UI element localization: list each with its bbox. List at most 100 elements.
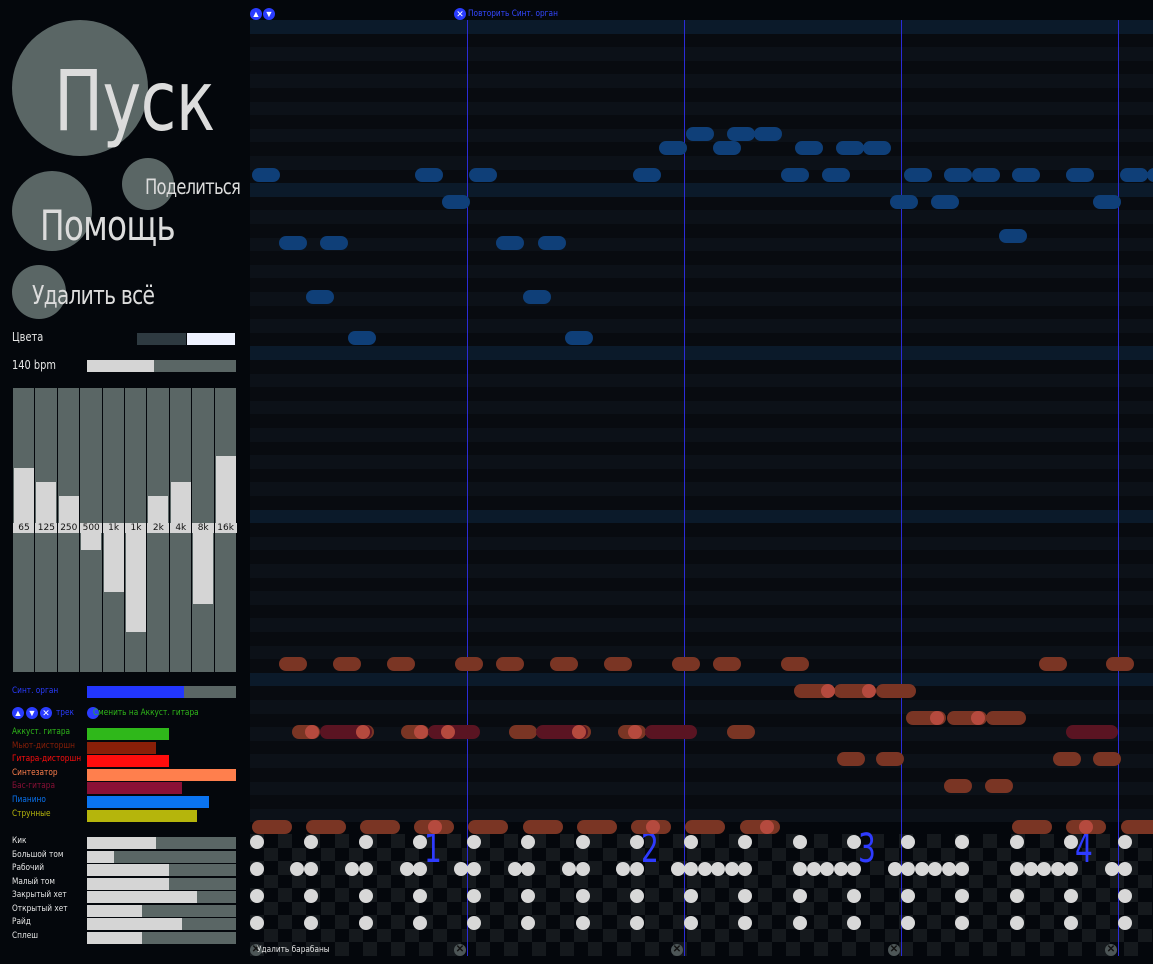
delete-measure-icon[interactable]: ✕ xyxy=(888,944,900,956)
instrument-label[interactable]: Синтезатор xyxy=(12,768,58,778)
eq-band[interactable]: 2k xyxy=(146,388,170,672)
drum-hit[interactable] xyxy=(847,835,861,849)
sequencer-note[interactable] xyxy=(836,141,864,155)
drum-hit[interactable] xyxy=(847,916,861,930)
sequencer-note[interactable] xyxy=(550,657,578,671)
drum-hit[interactable] xyxy=(1118,862,1132,876)
drum-hit[interactable] xyxy=(359,862,373,876)
drum-hit[interactable] xyxy=(467,916,481,930)
sequencer-note[interactable] xyxy=(320,236,348,250)
drum-hit[interactable] xyxy=(562,862,576,876)
sequencer-note[interactable] xyxy=(252,168,280,182)
drum-hit[interactable] xyxy=(1064,916,1078,930)
drum-hit[interactable] xyxy=(847,889,861,903)
instrument-label[interactable]: Струнные xyxy=(12,809,51,819)
drum-hit[interactable] xyxy=(725,862,739,876)
drum-hit[interactable] xyxy=(955,862,969,876)
sequencer-note[interactable] xyxy=(387,657,415,671)
eq-band[interactable]: 4k xyxy=(168,388,192,672)
sequencer-note[interactable] xyxy=(672,657,700,671)
drum-hit[interactable] xyxy=(616,862,630,876)
drum-hit[interactable] xyxy=(711,862,725,876)
drum-hit[interactable] xyxy=(250,916,264,930)
sequencer-note[interactable] xyxy=(686,127,714,141)
repeat-track-button[interactable]: Повторить Синт. орган xyxy=(468,9,558,19)
instrument-label[interactable]: Гитара-дисторшн xyxy=(12,754,81,764)
drum-hit[interactable] xyxy=(521,862,535,876)
sequencer-note[interactable] xyxy=(1012,820,1052,834)
drum-hit[interactable] xyxy=(1051,862,1065,876)
sequencer-note[interactable] xyxy=(496,236,524,250)
drum-hit[interactable] xyxy=(793,889,807,903)
drum-hit[interactable] xyxy=(359,916,373,930)
drum-hit[interactable] xyxy=(888,862,902,876)
instrument-volume[interactable] xyxy=(87,741,236,754)
drum-hit[interactable] xyxy=(467,862,481,876)
scroll-up-icon[interactable]: ▲ xyxy=(250,8,262,20)
drum-hit[interactable] xyxy=(671,862,685,876)
drum-hit[interactable] xyxy=(928,862,942,876)
drum-hit[interactable] xyxy=(698,862,712,876)
accent-note[interactable] xyxy=(441,725,455,739)
drum-hit[interactable] xyxy=(955,916,969,930)
accent-note[interactable] xyxy=(414,725,428,739)
accent-note[interactable] xyxy=(760,820,774,834)
sequencer-note[interactable] xyxy=(360,820,400,834)
drum-hit[interactable] xyxy=(413,835,427,849)
sequencer-note[interactable] xyxy=(1106,657,1134,671)
sequencer-note[interactable] xyxy=(999,229,1027,243)
drum-hit[interactable] xyxy=(400,862,414,876)
sequencer-note[interactable] xyxy=(863,141,891,155)
drum-hit[interactable] xyxy=(576,889,590,903)
sequencer-note[interactable] xyxy=(727,127,755,141)
sequencer-note[interactable] xyxy=(931,195,959,209)
sequencer-note[interactable] xyxy=(944,168,972,182)
instrument-label[interactable]: Мьют-дисторшн xyxy=(12,741,75,751)
drum-hit[interactable] xyxy=(304,889,318,903)
instrument-volume[interactable] xyxy=(87,755,236,768)
drum-hit[interactable] xyxy=(359,889,373,903)
sequencer-note[interactable] xyxy=(822,168,850,182)
drum-hit[interactable] xyxy=(250,889,264,903)
drum-hit[interactable] xyxy=(1118,889,1132,903)
sequencer-note[interactable] xyxy=(523,290,551,304)
drum-hit[interactable] xyxy=(413,916,427,930)
accent-note[interactable] xyxy=(428,820,442,834)
sequencer-note[interactable] xyxy=(496,657,524,671)
sequencer-note[interactable] xyxy=(659,141,687,155)
drum-volume[interactable] xyxy=(87,864,236,876)
repeat-close-icon[interactable]: ✕ xyxy=(454,8,466,20)
share-button[interactable]: Поделиться xyxy=(145,175,241,199)
sequencer-note[interactable] xyxy=(795,141,823,155)
eq-band[interactable]: 16k xyxy=(213,388,237,672)
accent-note[interactable] xyxy=(862,684,876,698)
drum-hit[interactable] xyxy=(901,916,915,930)
drum-hit[interactable] xyxy=(304,916,318,930)
sequencer-note[interactable] xyxy=(1039,657,1067,671)
sequencer-note[interactable] xyxy=(279,236,307,250)
sequencer-note[interactable] xyxy=(645,725,697,739)
drum-hit[interactable] xyxy=(521,916,535,930)
scroll-down-icon[interactable]: ▼ xyxy=(263,8,275,20)
drum-hit[interactable] xyxy=(1118,916,1132,930)
sequencer-note[interactable] xyxy=(469,168,497,182)
drum-hit[interactable] xyxy=(1064,862,1078,876)
drum-hit[interactable] xyxy=(630,835,644,849)
sequencer-note[interactable] xyxy=(837,752,865,766)
drum-volume[interactable] xyxy=(87,918,236,930)
drum-hit[interactable] xyxy=(738,835,752,849)
accent-note[interactable] xyxy=(930,711,944,725)
drum-hit[interactable] xyxy=(454,862,468,876)
sequencer-note[interactable] xyxy=(754,127,782,141)
drum-hit[interactable] xyxy=(684,862,698,876)
sequencer-note[interactable] xyxy=(565,331,593,345)
drum-hit[interactable] xyxy=(304,862,318,876)
delete-measure-icon[interactable]: ✕ xyxy=(454,944,466,956)
drum-hit[interactable] xyxy=(576,835,590,849)
drum-hit[interactable] xyxy=(901,862,915,876)
drum-hit[interactable] xyxy=(413,889,427,903)
sequencer-note[interactable] xyxy=(985,779,1013,793)
drum-hit[interactable] xyxy=(1010,862,1024,876)
drum-volume[interactable] xyxy=(87,877,236,890)
drum-hit[interactable] xyxy=(290,862,304,876)
